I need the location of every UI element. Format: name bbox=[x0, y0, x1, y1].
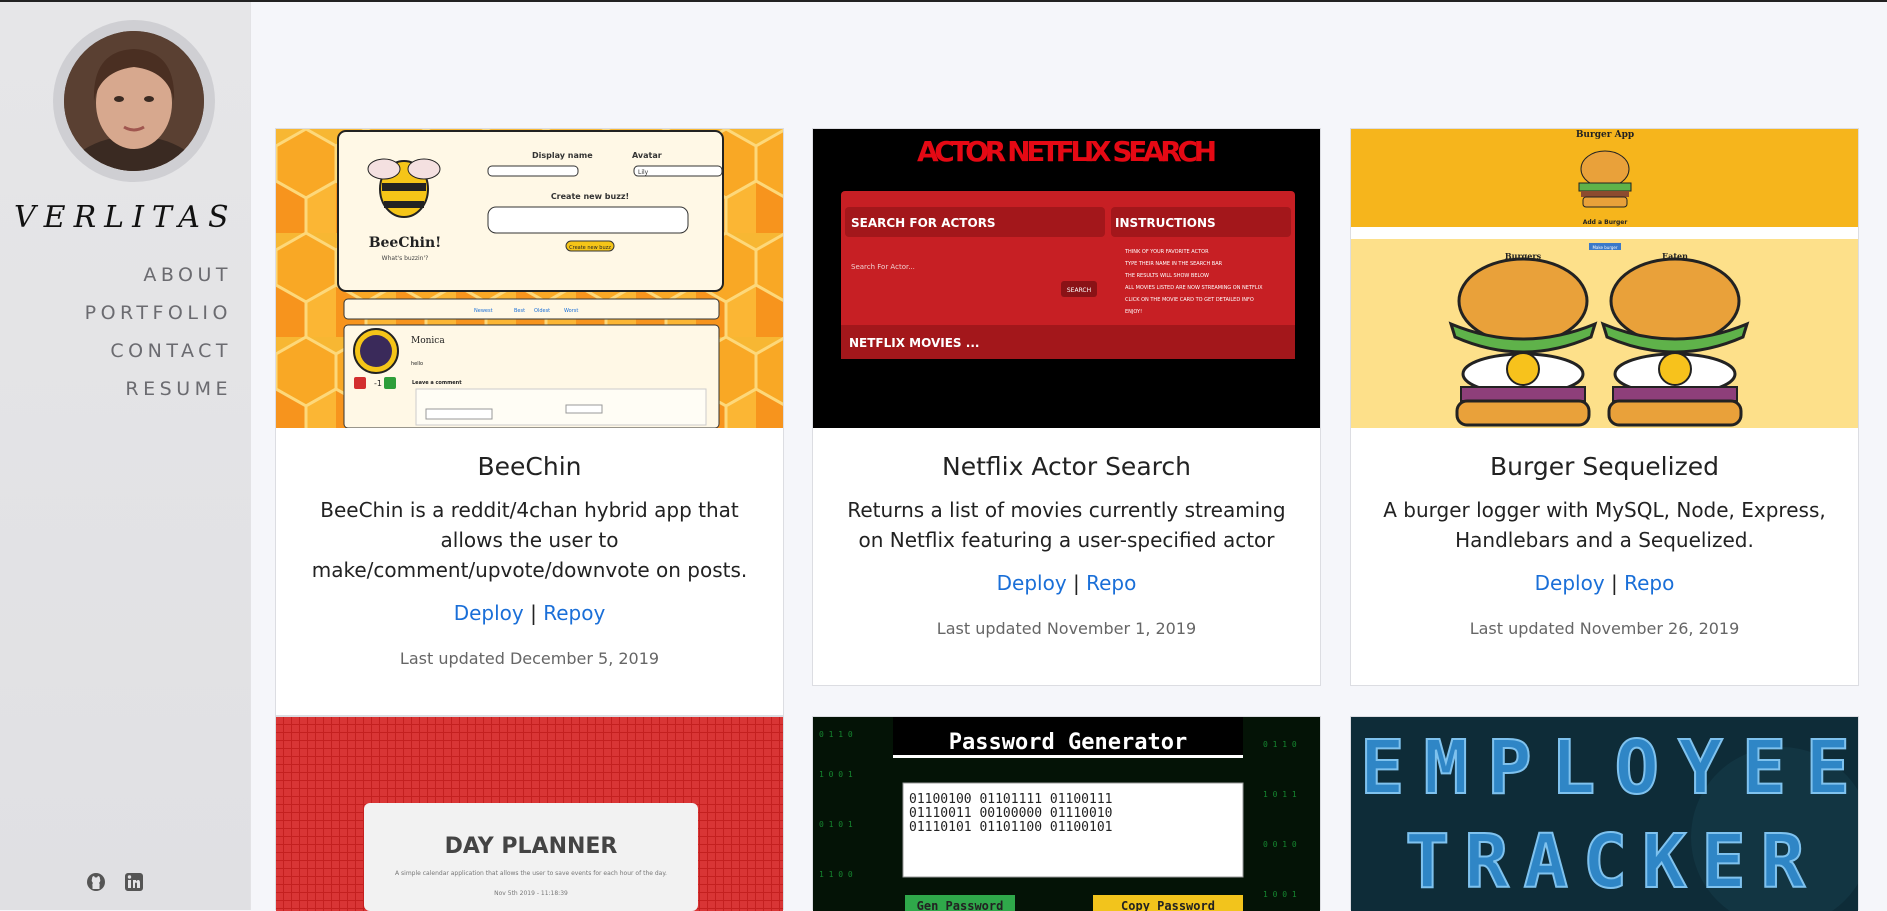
svg-text:0 1 1 0: 0 1 1 0 bbox=[819, 730, 853, 739]
svg-text:THE RESULTS WILL SHOW BELOW: THE RESULTS WILL SHOW BELOW bbox=[1124, 273, 1209, 279]
project-card-netflix: ACTOR NETFLIX SEARCH SEARCH FOR ACTORS I… bbox=[812, 128, 1321, 686]
svg-text:01100100 01101111 01100111: 01100100 01101111 01100111 bbox=[909, 792, 1113, 807]
svg-text:DAY PLANNER: DAY PLANNER bbox=[445, 834, 618, 859]
svg-text:TYPE THEIR NAME IN THE SEARCH: TYPE THEIR NAME IN THE SEARCH BAR bbox=[1124, 261, 1223, 267]
nav-resume[interactable]: RESUME bbox=[2, 370, 232, 408]
svg-text:Gen Password: Gen Password bbox=[917, 899, 1004, 911]
nav-contact[interactable]: CONTACT bbox=[2, 332, 232, 370]
project-thumbnail[interactable]: EMPLOYEE TRACKER bbox=[1351, 717, 1858, 911]
project-card-day-planner: DAY PLANNER A simple calendar applicatio… bbox=[275, 716, 784, 911]
repo-link[interactable]: Repo bbox=[1086, 571, 1136, 595]
project-thumbnail[interactable]: Burger App Add a Burger Make burger Burg… bbox=[1351, 129, 1858, 428]
card-body: BeeChin BeeChin is a reddit/4chan hybrid… bbox=[276, 428, 783, 668]
svg-text:01110101 01101100 01100101: 01110101 01101100 01100101 bbox=[909, 820, 1113, 835]
svg-text:Copy Password: Copy Password bbox=[1121, 899, 1215, 911]
project-links: Deploy | Repoy bbox=[276, 601, 783, 625]
card-body: Burger Sequelized A burger logger with M… bbox=[1351, 428, 1858, 638]
svg-text:1 0 0 1: 1 0 0 1 bbox=[1263, 890, 1297, 899]
github-icon[interactable] bbox=[86, 872, 106, 892]
project-card-burger: Burger App Add a Burger Make burger Burg… bbox=[1350, 128, 1859, 686]
svg-text:1 0 1 1: 1 0 1 1 bbox=[1263, 790, 1297, 799]
last-updated: Last updated November 26, 2019 bbox=[1469, 619, 1740, 638]
svg-text:ACTOR NETFLIX SEARCH: ACTOR NETFLIX SEARCH bbox=[917, 135, 1217, 168]
svg-text:0 1 1 0: 0 1 1 0 bbox=[1263, 740, 1297, 749]
project-links: Deploy | Repo bbox=[813, 571, 1320, 595]
svg-text:CLICK ON THE MOVIE CARD TO GET: CLICK ON THE MOVIE CARD TO GET DETAILED … bbox=[1125, 297, 1254, 303]
svg-text:Lily: Lily bbox=[638, 169, 649, 176]
svg-text:Monica: Monica bbox=[411, 336, 445, 346]
project-title: Netflix Actor Search bbox=[942, 452, 1191, 481]
svg-text:Nov 5th 2019 - 11:18:39: Nov 5th 2019 - 11:18:39 bbox=[494, 890, 568, 897]
svg-text:Make burger: Make burger bbox=[1592, 245, 1617, 250]
project-card-employee-tracker: EMPLOYEE TRACKER bbox=[1350, 716, 1859, 911]
svg-text:Leave a comment: Leave a comment bbox=[412, 380, 462, 386]
svg-text:ALL MOVIES LISTED ARE NOW STRE: ALL MOVIES LISTED ARE NOW STREAMING ON N… bbox=[1125, 285, 1263, 291]
svg-text:Best: Best bbox=[514, 308, 525, 314]
avatar-photo bbox=[64, 31, 204, 171]
svg-text:SEARCH FOR ACTORS: SEARCH FOR ACTORS bbox=[851, 216, 996, 230]
svg-text:1 0 0 1: 1 0 0 1 bbox=[819, 770, 853, 779]
link-separator: | bbox=[530, 601, 537, 625]
svg-text:TRACKER: TRACKER bbox=[1405, 819, 1805, 905]
nav-portfolio[interactable]: PORTFOLIO bbox=[2, 294, 232, 332]
project-title: BeeChin bbox=[477, 452, 582, 481]
project-description: A burger logger with MySQL, Node, Expres… bbox=[1383, 498, 1826, 552]
last-updated: Last updated December 5, 2019 bbox=[399, 649, 660, 668]
svg-text:Search For Actor...: Search For Actor... bbox=[851, 263, 915, 271]
linkedin-icon[interactable] bbox=[124, 872, 144, 892]
svg-text:BeeChin!: BeeChin! bbox=[369, 235, 442, 251]
svg-text:-1: -1 bbox=[374, 379, 382, 388]
svg-text:Add a Burger: Add a Burger bbox=[1583, 219, 1628, 226]
svg-text:THINK OF YOUR FAVORITE ACTOR: THINK OF YOUR FAVORITE ACTOR bbox=[1124, 249, 1209, 255]
social-links bbox=[86, 872, 144, 892]
project-thumbnail[interactable]: DAY PLANNER A simple calendar applicatio… bbox=[276, 717, 783, 911]
project-card-beechin: BeeChin! What's buzzin'? Display name Av… bbox=[275, 128, 784, 716]
project-thumbnail[interactable]: 0 1 1 0 1 0 0 1 0 1 0 1 1 1 0 0 0 1 1 0 1 0 … bbox=[813, 717, 1320, 911]
project-thumbnail[interactable]: ACTOR NETFLIX SEARCH SEARCH FOR ACTORS I… bbox=[813, 129, 1320, 428]
project-card-password-generator: 0 1 1 0 1 0 0 1 0 1 0 1 1 1 0 0 0 1 1 0 1 0 … bbox=[812, 716, 1321, 911]
svg-text:SEARCH: SEARCH bbox=[1067, 287, 1091, 294]
svg-text:Create new buzz!: Create new buzz! bbox=[551, 192, 629, 201]
svg-text:Create new buzz: Create new buzz bbox=[569, 245, 611, 251]
svg-text:Display name: Display name bbox=[532, 151, 593, 160]
deploy-link[interactable]: Deploy bbox=[997, 571, 1067, 595]
svg-text:01110011 00100000 01110010: 01110011 00100000 01110010 bbox=[909, 806, 1113, 821]
svg-text:What's buzzin'?: What's buzzin'? bbox=[382, 255, 429, 262]
brand-name: VERLITAS bbox=[14, 200, 237, 235]
svg-text:A simple calendar application: A simple calendar application that allow… bbox=[395, 870, 667, 877]
avatar-ring bbox=[53, 20, 215, 182]
project-description: Returns a list of movies currently strea… bbox=[847, 498, 1286, 552]
svg-text:ENJOY!: ENJOY! bbox=[1125, 309, 1142, 315]
last-updated: Last updated November 1, 2019 bbox=[936, 619, 1197, 638]
svg-text:Newest: Newest bbox=[474, 308, 493, 314]
nav-about[interactable]: ABOUT bbox=[2, 256, 232, 294]
card-body: Netflix Actor Search Returns a list of m… bbox=[813, 428, 1320, 638]
svg-text:hello: hello bbox=[411, 361, 423, 367]
top-border bbox=[0, 0, 1887, 2]
svg-text:NETFLIX MOVIES ...: NETFLIX MOVIES ... bbox=[849, 336, 979, 350]
svg-text:INSTRUCTIONS: INSTRUCTIONS bbox=[1115, 216, 1216, 230]
project-links: Deploy | Repo bbox=[1351, 571, 1858, 595]
avatar bbox=[64, 31, 204, 171]
deploy-link[interactable]: Deploy bbox=[1535, 571, 1605, 595]
svg-text:Oldest: Oldest bbox=[534, 308, 550, 314]
svg-text:0 0 1 0: 0 0 1 0 bbox=[1263, 840, 1297, 849]
link-separator: | bbox=[1611, 571, 1618, 595]
repo-link[interactable]: Repo bbox=[1624, 571, 1674, 595]
svg-text:Avatar: Avatar bbox=[632, 151, 662, 160]
link-separator: | bbox=[1073, 571, 1080, 595]
deploy-link[interactable]: Deploy bbox=[454, 601, 524, 625]
sidebar: VERLITAS ABOUT PORTFOLIO CONTACT RESUME bbox=[0, 2, 251, 910]
svg-text:Password Generator: Password Generator bbox=[949, 730, 1187, 755]
project-description: BeeChin is a reddit/4chan hybrid app tha… bbox=[311, 498, 748, 582]
repo-link[interactable]: Repoy bbox=[543, 601, 605, 625]
svg-text:1 1 0 0: 1 1 0 0 bbox=[819, 870, 853, 879]
svg-text:0 1 0 1: 0 1 0 1 bbox=[819, 820, 853, 829]
svg-text:Burger App: Burger App bbox=[1576, 130, 1634, 140]
project-title: Burger Sequelized bbox=[1490, 452, 1719, 481]
project-thumbnail[interactable]: BeeChin! What's buzzin'? Display name Av… bbox=[276, 129, 783, 428]
sidebar-nav: ABOUT PORTFOLIO CONTACT RESUME bbox=[2, 256, 232, 408]
svg-text:Worst: Worst bbox=[564, 308, 578, 314]
